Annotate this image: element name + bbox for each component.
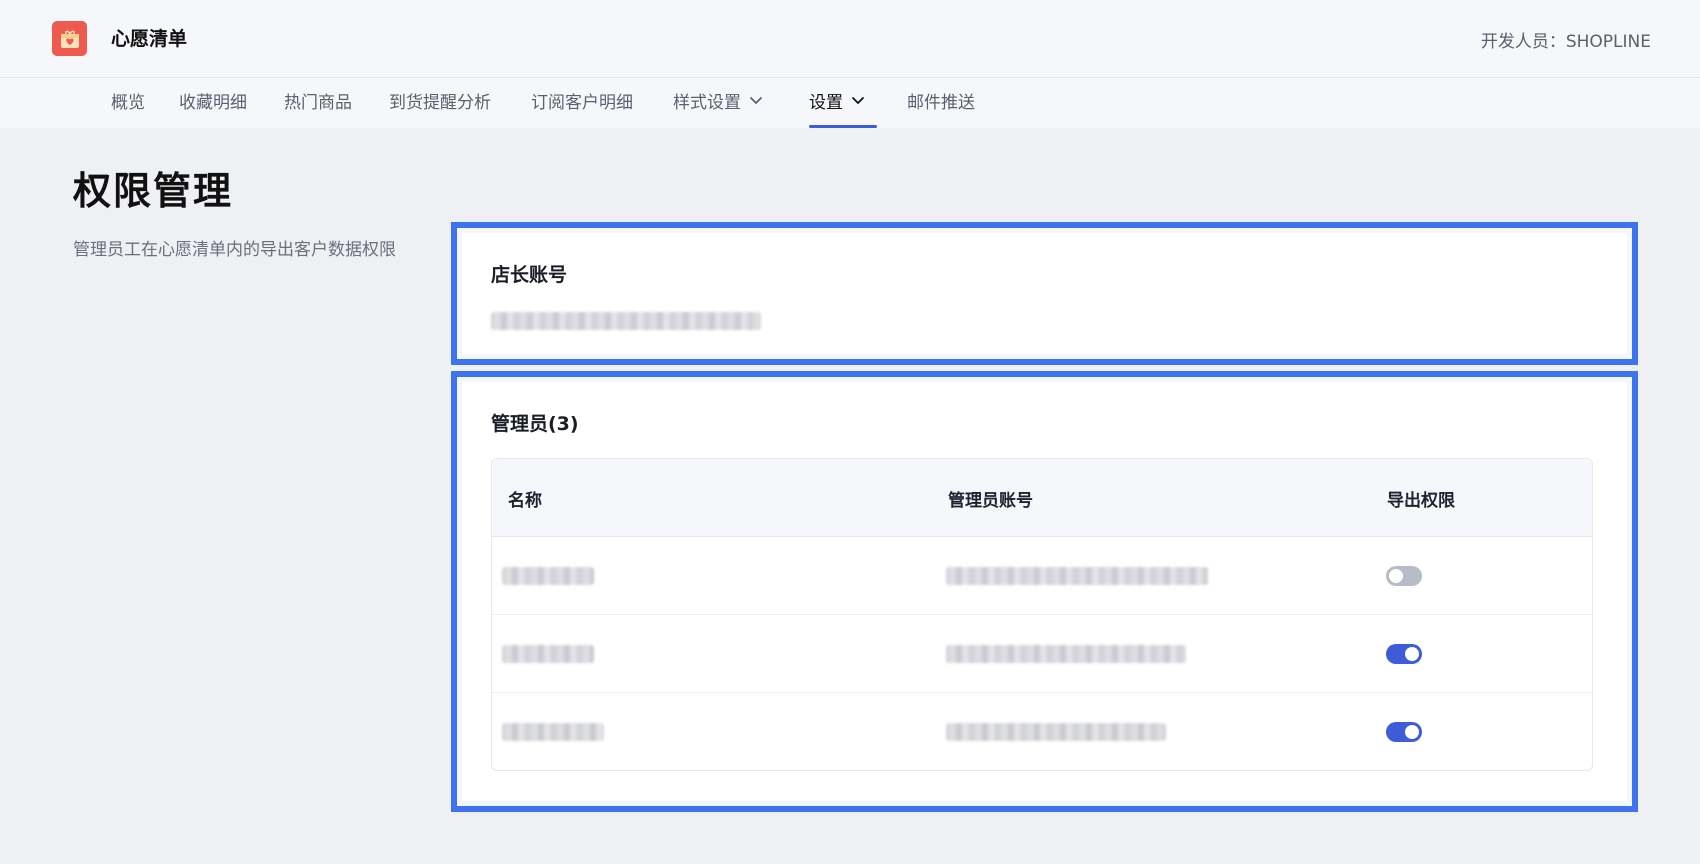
chevron-down-icon	[750, 97, 762, 104]
admin-name-redacted	[502, 723, 604, 741]
admin-account-redacted	[946, 723, 1166, 741]
export-permission-toggle[interactable]	[1386, 722, 1422, 742]
admins-card-title: 管理员(3)	[491, 413, 579, 435]
app-title: 心愿清单	[111, 28, 188, 50]
tab-favorites-detail[interactable]: 收藏明细	[179, 78, 247, 128]
column-header-export: 导出权限	[1387, 491, 1455, 511]
tab-restock-analysis[interactable]: 到货提醒分析	[389, 78, 491, 128]
page-title: 权限管理	[73, 169, 234, 213]
tab-settings[interactable]: 设置	[809, 78, 865, 128]
tab-subscriber-detail[interactable]: 订阅客户明细	[531, 78, 633, 128]
tab-label: 到货提醒分析	[389, 92, 491, 113]
tab-popular-products[interactable]: 热门商品	[284, 78, 352, 128]
tab-label: 样式设置	[673, 92, 741, 113]
active-tab-indicator	[809, 125, 877, 128]
admins-card-highlight: 管理员(3) 名称 管理员账号 导出权限	[451, 371, 1638, 812]
toggle-knob	[1389, 569, 1403, 583]
admin-name-redacted	[502, 645, 594, 663]
gift-heart-icon	[52, 21, 87, 56]
tab-label: 收藏明细	[179, 92, 247, 113]
admin-account-redacted	[946, 645, 1186, 663]
tab-style-settings[interactable]: 样式设置	[673, 78, 763, 128]
export-permission-toggle[interactable]	[1386, 566, 1422, 586]
table-header: 名称 管理员账号 导出权限	[492, 459, 1592, 537]
table-row	[492, 615, 1592, 693]
page-description: 管理员工在心愿清单内的导出客户数据权限	[73, 240, 396, 260]
tab-label: 设置	[809, 92, 843, 113]
admin-name-redacted	[502, 567, 594, 585]
tab-label: 订阅客户明细	[531, 92, 633, 113]
tab-label: 概览	[111, 92, 145, 113]
owner-card-title: 店长账号	[491, 264, 568, 286]
developer-label: 开发人员：SHOPLINE	[1480, 32, 1651, 52]
main-nav: 概览 收藏明细 热门商品 到货提醒分析 订阅客户明细 样式设置 设置 邮件推送	[0, 78, 1700, 128]
owner-email-redacted	[491, 312, 761, 330]
column-header-name: 名称	[508, 491, 542, 511]
admins-table: 名称 管理员账号 导出权限	[491, 458, 1593, 771]
admins-card: 管理员(3) 名称 管理员账号 导出权限	[462, 382, 1627, 801]
toggle-knob	[1405, 725, 1419, 739]
tab-label: 邮件推送	[907, 92, 975, 113]
owner-account-card: 店长账号	[462, 233, 1627, 354]
toggle-knob	[1405, 647, 1419, 661]
table-row	[492, 537, 1592, 615]
column-header-account: 管理员账号	[948, 491, 1033, 511]
app-header: 心愿清单 开发人员：SHOPLINE	[0, 0, 1700, 78]
export-permission-toggle[interactable]	[1386, 644, 1422, 664]
table-row	[492, 693, 1592, 770]
owner-card-highlight: 店长账号	[451, 222, 1638, 365]
tab-label: 热门商品	[284, 92, 352, 113]
tab-email-push[interactable]: 邮件推送	[907, 78, 975, 128]
chevron-down-icon	[852, 97, 864, 104]
tab-overview[interactable]: 概览	[111, 78, 145, 128]
admin-account-redacted	[946, 567, 1208, 585]
